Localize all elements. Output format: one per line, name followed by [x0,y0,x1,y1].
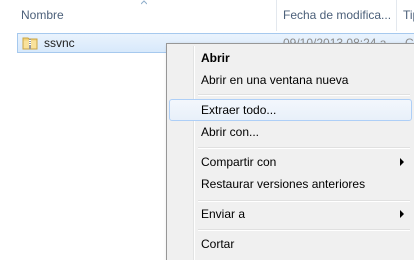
context-menu: Abrir Abrir en una ventana nueva Extraer… [166,43,414,260]
menu-item-send-to[interactable]: Enviar a [169,203,412,225]
menu-item-open-with[interactable]: Abrir con... [169,121,412,143]
submenu-arrow-icon [400,158,404,166]
menu-item-label: Enviar a [201,207,246,221]
column-date-modified[interactable]: Fecha de modifica... [277,0,396,31]
submenu-arrow-icon [400,210,404,218]
menu-item-share-with[interactable]: Compartir con [169,151,412,173]
menu-item-extract-all[interactable]: Extraer todo... [169,99,412,121]
menu-separator [198,200,410,202]
file-name: ssvnc [44,36,75,50]
menu-separator [198,229,410,231]
menu-item-open[interactable]: Abrir [169,47,412,69]
zip-folder-icon [22,37,38,50]
menu-separator [198,94,410,96]
column-header: Nombre Fecha de modifica... Tip [0,0,414,31]
menu-item-cut[interactable]: Cortar [169,233,412,255]
column-name[interactable]: Nombre [0,0,276,31]
menu-item-open-new-window[interactable]: Abrir en una ventana nueva [169,69,412,91]
menu-item-label: Compartir con [201,155,277,169]
menu-item-restore-previous-versions[interactable]: Restaurar versiones anteriores [169,173,412,195]
menu-separator [198,147,410,149]
column-type[interactable]: Tip [397,0,414,31]
